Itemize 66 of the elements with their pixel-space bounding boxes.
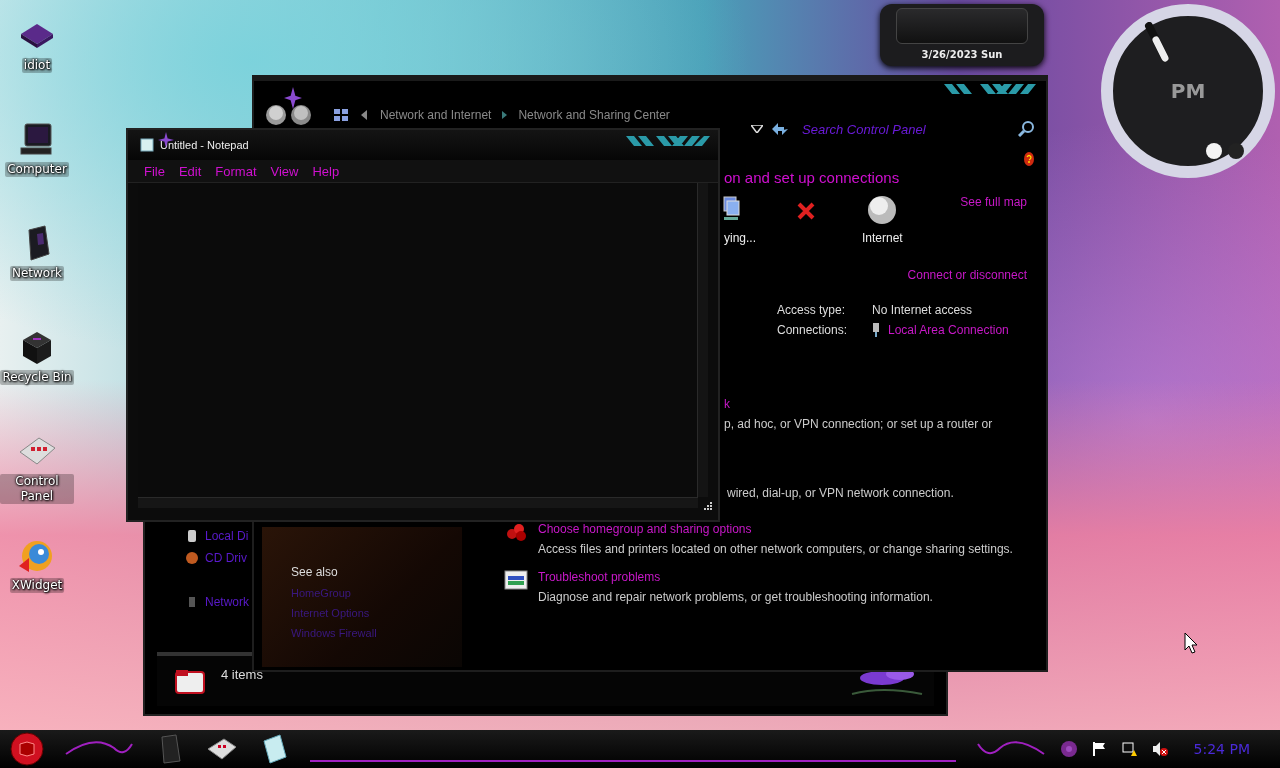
- sidebar-item[interactable]: CD Driv: [205, 551, 247, 565]
- network-node-label: Internet: [862, 231, 903, 245]
- monitor-icon: [504, 570, 528, 590]
- breadcrumb-link[interactable]: Network and Sharing Center: [518, 108, 670, 122]
- desktop-icon-label[interactable]: Network: [9, 266, 65, 281]
- resize-grip-icon[interactable]: [704, 502, 712, 510]
- desktop-icon-label[interactable]: Recycle Bin: [0, 370, 74, 385]
- period-label: PM: [1170, 79, 1206, 103]
- section-heading: on and set up connections: [724, 169, 900, 186]
- menu-item[interactable]: Edit: [178, 163, 202, 179]
- clock-time[interactable]: 5:24 PM: [1193, 741, 1250, 757]
- caret-icon: [502, 111, 508, 119]
- spheres-icon: [504, 522, 528, 542]
- refresh-icon[interactable]: [770, 121, 790, 137]
- task-description: wired, dial-up, or VPN network connection.: [727, 486, 955, 500]
- menu-item[interactable]: File: [144, 163, 165, 179]
- speaker-muted-icon[interactable]: [1151, 741, 1168, 757]
- grid-icon: [334, 109, 348, 121]
- sidebar-item[interactable]: Local Di: [205, 529, 249, 543]
- menu-item[interactable]: Help: [312, 163, 340, 179]
- task-description: Access files and printers located on other network computers, or change sharing settings.: [538, 542, 1013, 556]
- task-link[interactable]: Choose homegroup and sharing options: [538, 522, 1013, 536]
- item-count: 4 items: [221, 666, 263, 682]
- date-text: 3/26/2023 Sun: [921, 49, 1003, 60]
- menu-item[interactable]: Format: [215, 163, 257, 179]
- caret-icon: [361, 110, 367, 120]
- notepad-icon: [140, 138, 154, 152]
- sidebar-item[interactable]: Network: [205, 595, 249, 609]
- search-field[interactable]: Search Control Panel: [802, 119, 1022, 139]
- flag-icon[interactable]: [1091, 741, 1108, 757]
- property-label: Connections:: [777, 323, 849, 337]
- see-full-map-link[interactable]: See full map: [960, 195, 1027, 209]
- task-link[interactable]: Troubleshoot problems: [538, 570, 933, 584]
- desktop-icon-label[interactable]: idiot: [21, 58, 53, 73]
- task-link[interactable]: k: [724, 397, 993, 411]
- connect-link[interactable]: Connect or disconnect: [907, 268, 1027, 282]
- drive-icon[interactable]: [185, 529, 199, 543]
- network-node-label: ying...: [724, 231, 756, 245]
- back-button[interactable]: [266, 105, 286, 125]
- panel-heading: See also: [291, 565, 338, 579]
- computers-icon: [722, 195, 740, 221]
- globe-icon: [867, 195, 897, 225]
- folder-icon: [175, 668, 205, 694]
- task-description: Diagnose and repair network problems, or get troubleshooting information.: [538, 590, 933, 604]
- dropdown-caret-icon[interactable]: [751, 125, 763, 133]
- search-icon[interactable]: [1018, 121, 1034, 137]
- property-value: No Internet access: [872, 303, 973, 317]
- help-icon[interactable]: [1024, 152, 1034, 166]
- network-warning-icon[interactable]: [1121, 741, 1138, 757]
- disc-icon[interactable]: [185, 551, 199, 565]
- desktop-icon-label[interactable]: XWidget: [9, 578, 65, 593]
- desktop-icon-label[interactable]: Computer: [5, 162, 69, 177]
- desktop-icon-label[interactable]: Control Panel: [0, 474, 74, 504]
- menu-item[interactable]: View: [270, 163, 299, 179]
- task-description: p, ad hoc, or VPN connection; or set up a router or: [724, 417, 993, 431]
- forward-button[interactable]: [291, 105, 311, 125]
- window-title: Untitled - Notepad: [160, 139, 249, 151]
- mouse-cursor-icon: [1184, 632, 1198, 654]
- connection-link[interactable]: Local Area Connection: [888, 323, 1009, 337]
- start-button[interactable]: [10, 732, 44, 766]
- cable-plug-icon: [872, 323, 880, 337]
- breadcrumb-link[interactable]: Network and Internet: [380, 108, 492, 122]
- title-stripes-icon: [626, 136, 710, 146]
- flower-icon[interactable]: [1059, 740, 1078, 758]
- property-label: Access type:: [777, 303, 847, 317]
- knob-dots-icon: [1205, 142, 1245, 160]
